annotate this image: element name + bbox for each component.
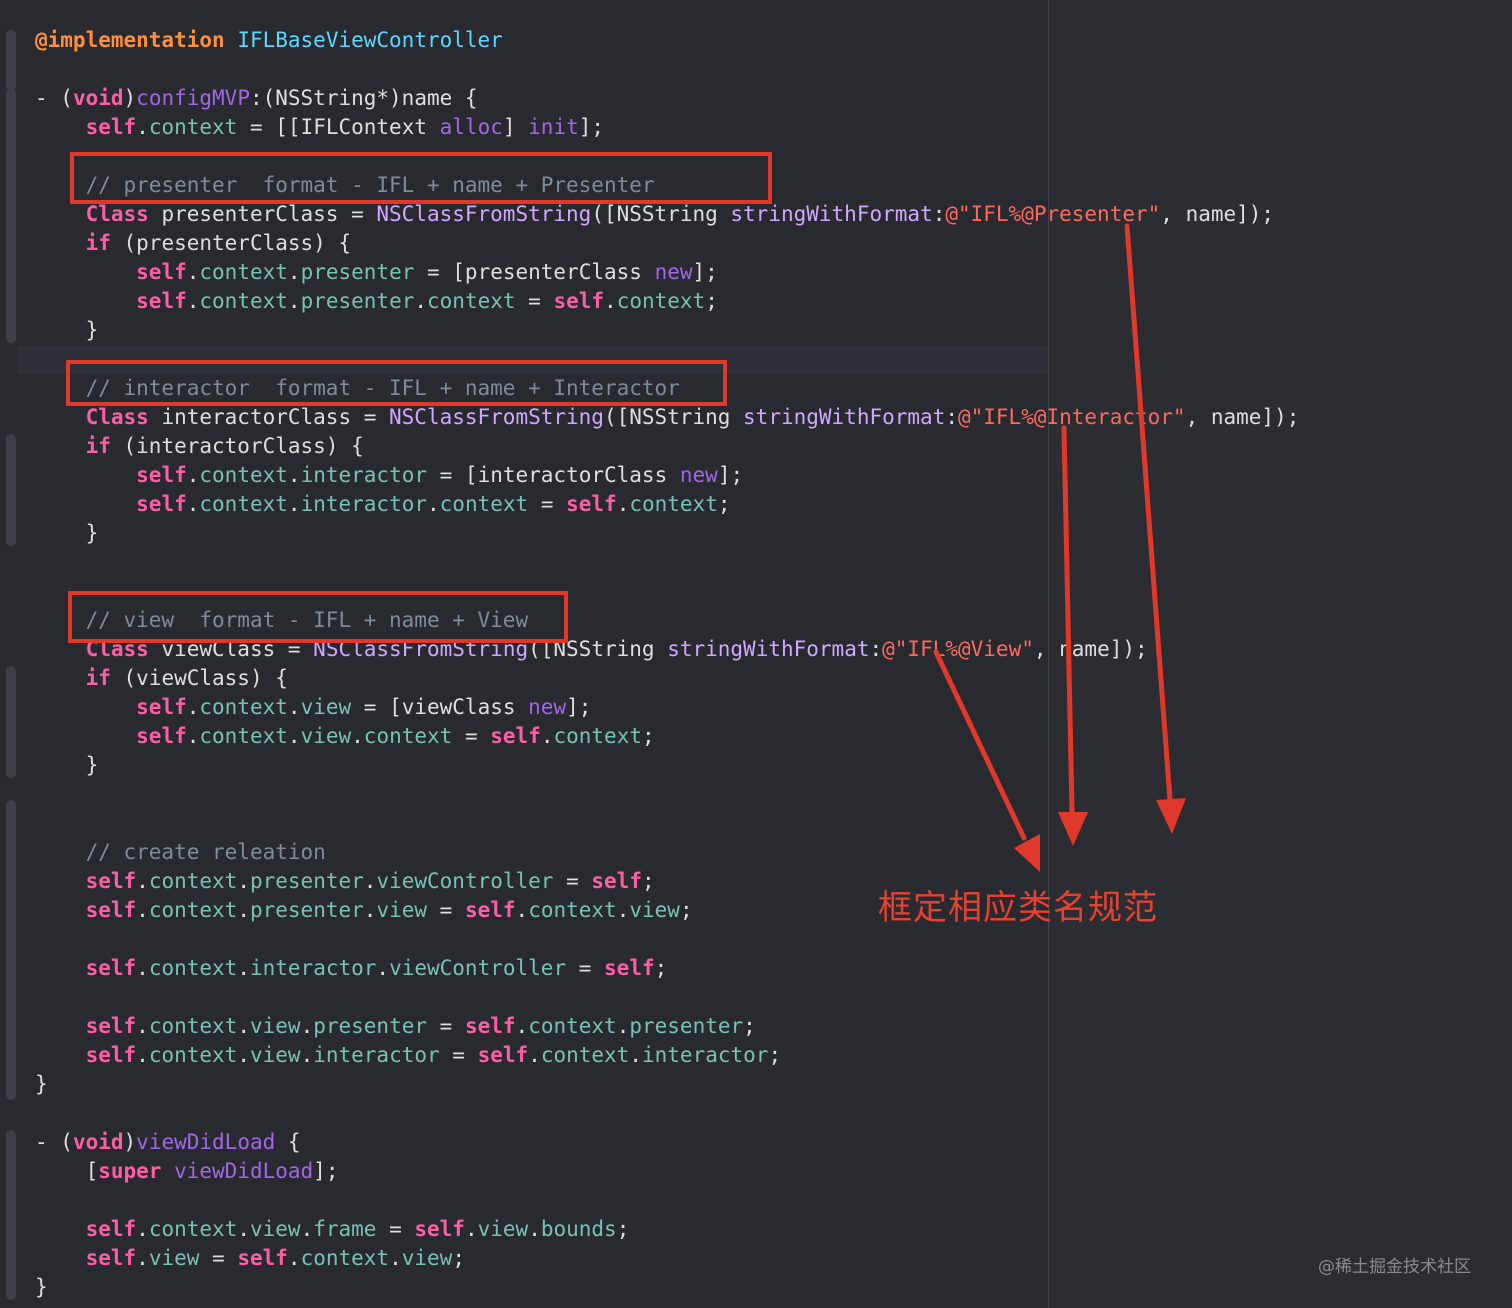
annotation-arrows: [933, 223, 1186, 872]
watermark: @稀土掘金技术社区: [1318, 1257, 1471, 1277]
arrow-from-presenter-format: [1124, 223, 1173, 803]
arrowhead-view: [1014, 834, 1040, 872]
annotation-label: 框定相应类名规范: [878, 888, 1158, 928]
arrowhead-presenter: [1156, 798, 1186, 834]
arrowhead-interactor: [1058, 812, 1088, 846]
arrow-from-interactor-format: [1061, 425, 1075, 815]
arrow-from-view-format: [933, 649, 1027, 841]
